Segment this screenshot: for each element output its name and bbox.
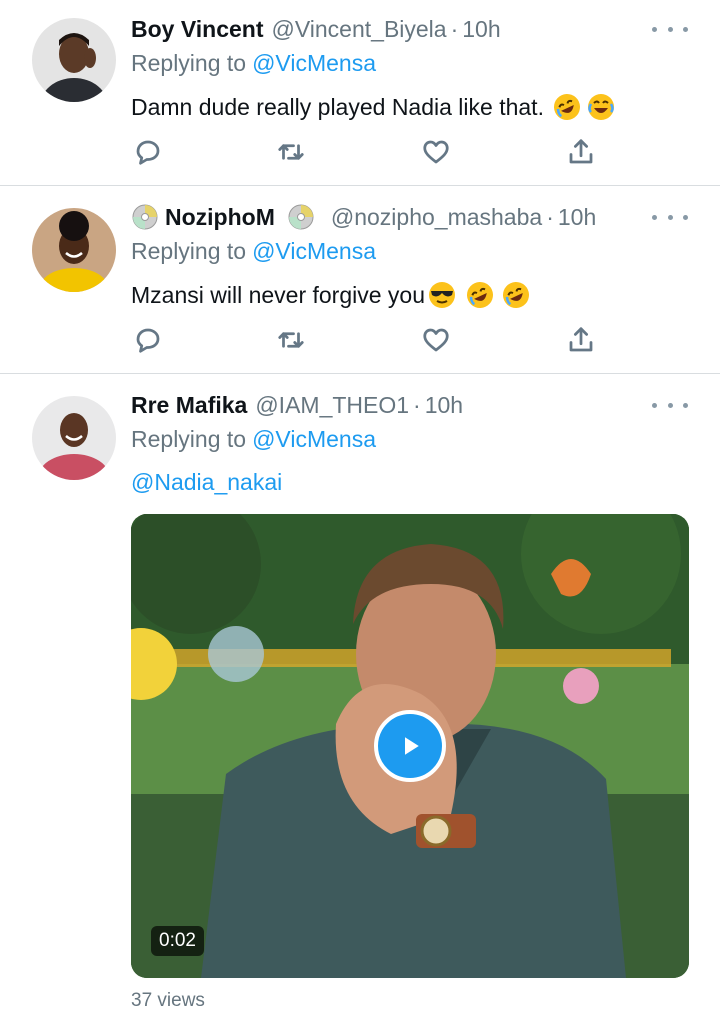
tweet-header: Rre Mafika @IAM_THEO1 · 10h [131,388,463,422]
avatar-image [32,18,116,102]
play-icon[interactable] [374,710,446,782]
rofl-emoji [501,280,531,310]
replying-prefix: Replying to [131,50,247,76]
replying-to: Replying to @VicMensa [131,50,376,77]
username[interactable]: @IAM_THEO1 [255,392,409,419]
replying-to-link[interactable]: @VicMensa [252,238,376,264]
replying-prefix: Replying to [131,426,247,452]
tweet-text: Damn dude really played Nadia like that. [131,90,616,124]
timestamp[interactable]: 10h [462,16,500,43]
tweet-2[interactable]: NoziphoM @nozipho_mashaba · 10h Replying… [0,186,720,373]
separator: · [546,203,554,230]
replying-to: Replying to @VicMensa [131,426,376,453]
video-player[interactable]: 0:02 [131,514,689,978]
view-count: 37 views [131,990,205,1011]
retweet-icon[interactable] [273,322,309,358]
reply-icon[interactable] [130,134,166,170]
replying-to-link[interactable]: @VicMensa [252,50,376,76]
display-name[interactable]: Boy Vincent [131,16,264,43]
tweet-text: Mzansi will never forgive you [131,278,531,312]
tweet-text-content: Damn dude really played Nadia like that. [131,93,544,120]
tweet-header: NoziphoM @nozipho_mashaba · 10h [131,200,596,234]
avatar-image [32,208,116,292]
avatar[interactable] [32,18,116,102]
tweet-text-content: Mzansi will never forgive you [131,281,426,308]
username[interactable]: @Vincent_Biyela [272,16,447,43]
replying-prefix: Replying to [131,238,247,264]
display-name[interactable]: NoziphoM [165,204,275,231]
video-duration: 0:02 [151,926,204,956]
share-icon[interactable] [563,322,599,358]
rofl-emoji [465,280,495,310]
tweet-1[interactable]: Boy Vincent @Vincent_Biyela · 10h Replyi… [0,0,720,185]
share-icon[interactable] [563,134,599,170]
more-options-icon[interactable] [652,395,688,415]
avatar[interactable] [32,208,116,292]
replying-to: Replying to @VicMensa [131,238,376,265]
replying-to-link[interactable]: @VicMensa [252,426,376,452]
cd-icon [287,203,315,231]
more-options-icon[interactable] [652,19,688,39]
sunglasses-emoji [427,280,457,310]
more-options-icon[interactable] [652,207,688,227]
heart-icon[interactable] [418,322,454,358]
avatar-image [32,396,116,480]
reply-icon[interactable] [130,322,166,358]
joy-emoji [586,92,616,122]
rofl-emoji [552,92,582,122]
display-name[interactable]: Rre Mafika [131,392,247,419]
mention-link[interactable]: @Nadia_nakai [131,469,282,496]
retweet-icon[interactable] [273,134,309,170]
timestamp[interactable]: 10h [425,392,463,419]
separator: · [413,391,421,418]
heart-icon[interactable] [418,134,454,170]
timestamp[interactable]: 10h [558,204,596,231]
avatar[interactable] [32,396,116,480]
tweet-header: Boy Vincent @Vincent_Biyela · 10h [131,12,501,46]
separator: · [450,15,459,42]
username[interactable]: @nozipho_mashaba [331,204,542,231]
cd-icon [131,203,159,231]
